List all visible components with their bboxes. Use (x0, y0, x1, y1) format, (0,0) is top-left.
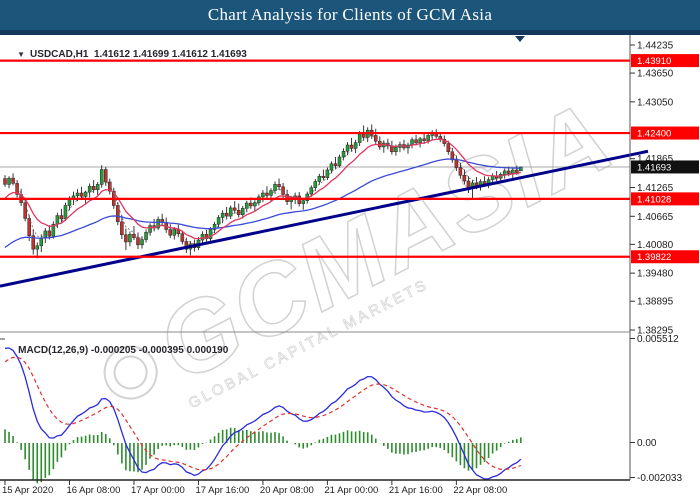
candlestick (28, 218, 31, 235)
candlestick (92, 186, 95, 189)
candlestick (136, 238, 139, 245)
candlestick (334, 164, 337, 166)
candlestick (221, 213, 224, 217)
candlestick (120, 222, 123, 235)
time-axis-label: 21 Apr 00:00 (324, 485, 378, 496)
price-axis-label: 1.38895 (637, 297, 674, 308)
candlestick (233, 208, 236, 210)
watermark-logo-icon (96, 338, 166, 408)
price-axis-label: 1.39480 (637, 269, 674, 280)
candlestick (394, 147, 397, 151)
candlestick (427, 135, 430, 140)
candlestick (265, 193, 268, 195)
candlestick (322, 176, 325, 177)
candlestick (455, 160, 458, 168)
candlestick (141, 240, 144, 245)
candlestick (330, 164, 333, 170)
candlestick (346, 145, 349, 151)
candlestick (362, 134, 365, 137)
candlestick (459, 168, 462, 176)
macd-axis-label: 0.005512 (637, 334, 679, 345)
candlestick (342, 151, 345, 157)
candlestick (314, 182, 317, 188)
chart-canvas[interactable]: GCMASIA GLOBAL CAPITAL MARKETS 1.442351.… (0, 0, 700, 500)
candlestick (415, 140, 418, 143)
candlestick (181, 234, 184, 242)
candlestick (278, 184, 281, 186)
candlestick (104, 170, 107, 182)
macd-axis-label: 0.00 (637, 438, 657, 449)
candlestick (245, 203, 248, 208)
candlestick (390, 146, 393, 152)
candlestick (36, 246, 39, 249)
candlestick (511, 170, 514, 173)
candlestick (338, 157, 341, 166)
candlestick (302, 201, 305, 204)
price-axis-label: 1.44235 (637, 41, 674, 52)
candlestick (229, 208, 232, 216)
candlestick (249, 203, 252, 206)
time-axis-label: 20 Apr 08:00 (260, 485, 314, 496)
watermark-logo-icon (109, 351, 152, 394)
candlestick (80, 193, 83, 196)
time-axis-label: 17 Apr 00:00 (131, 485, 185, 496)
candlestick (318, 176, 321, 181)
candlestick (225, 213, 228, 216)
price-axis-label: 1.43050 (637, 97, 674, 108)
candlestick (128, 234, 131, 242)
candlestick (217, 217, 220, 224)
candlestick (56, 216, 59, 225)
candlestick (419, 139, 422, 143)
candlestick (354, 143, 357, 149)
time-axis-label: 22 Apr 08:00 (453, 485, 507, 496)
price-axis-label: 1.40080 (637, 240, 674, 251)
current-price-chip-label: 1.41693 (637, 162, 671, 173)
time-axis-label: 15 Apr 2020 (2, 485, 53, 496)
time-axis-label: 17 Apr 16:00 (195, 485, 249, 496)
candlestick (237, 210, 240, 214)
candlestick (463, 175, 466, 181)
candlestick (507, 171, 510, 173)
candlestick (282, 187, 285, 195)
price-axis-label: 1.41265 (637, 183, 674, 194)
candlestick (358, 134, 361, 143)
candlestick (24, 203, 27, 219)
candlestick (503, 171, 506, 174)
time-axis-label: 21 Apr 16:00 (389, 485, 443, 496)
candlestick (124, 235, 127, 242)
candlestick (40, 238, 43, 246)
candlestick (350, 145, 353, 148)
price-axis-label: 1.40665 (637, 212, 674, 223)
candlestick (374, 135, 377, 141)
price-level-chip-label: 1.42400 (637, 129, 671, 140)
chart-shift-marker-icon (515, 36, 525, 42)
candlestick (68, 199, 71, 205)
candlestick (145, 232, 148, 239)
price-level-chip-label: 1.39822 (637, 252, 671, 263)
candlestick (467, 181, 470, 188)
price-level-chip-label: 1.41028 (637, 194, 671, 205)
candlestick (261, 193, 264, 197)
price-level-chip-label: 1.43910 (637, 56, 671, 67)
candlestick (88, 186, 91, 192)
candlestick (378, 141, 381, 147)
candlestick (76, 193, 79, 196)
price-axis-label: 1.43650 (637, 69, 674, 80)
candlestick (60, 216, 63, 219)
mt4-chart-window: Chart Analysis for Clients of GCM Asia G… (0, 0, 700, 500)
candlestick (8, 178, 11, 184)
macd-axis-label: -0.002033 (637, 473, 682, 484)
time-axis-label: 16 Apr 08:00 (66, 485, 120, 496)
